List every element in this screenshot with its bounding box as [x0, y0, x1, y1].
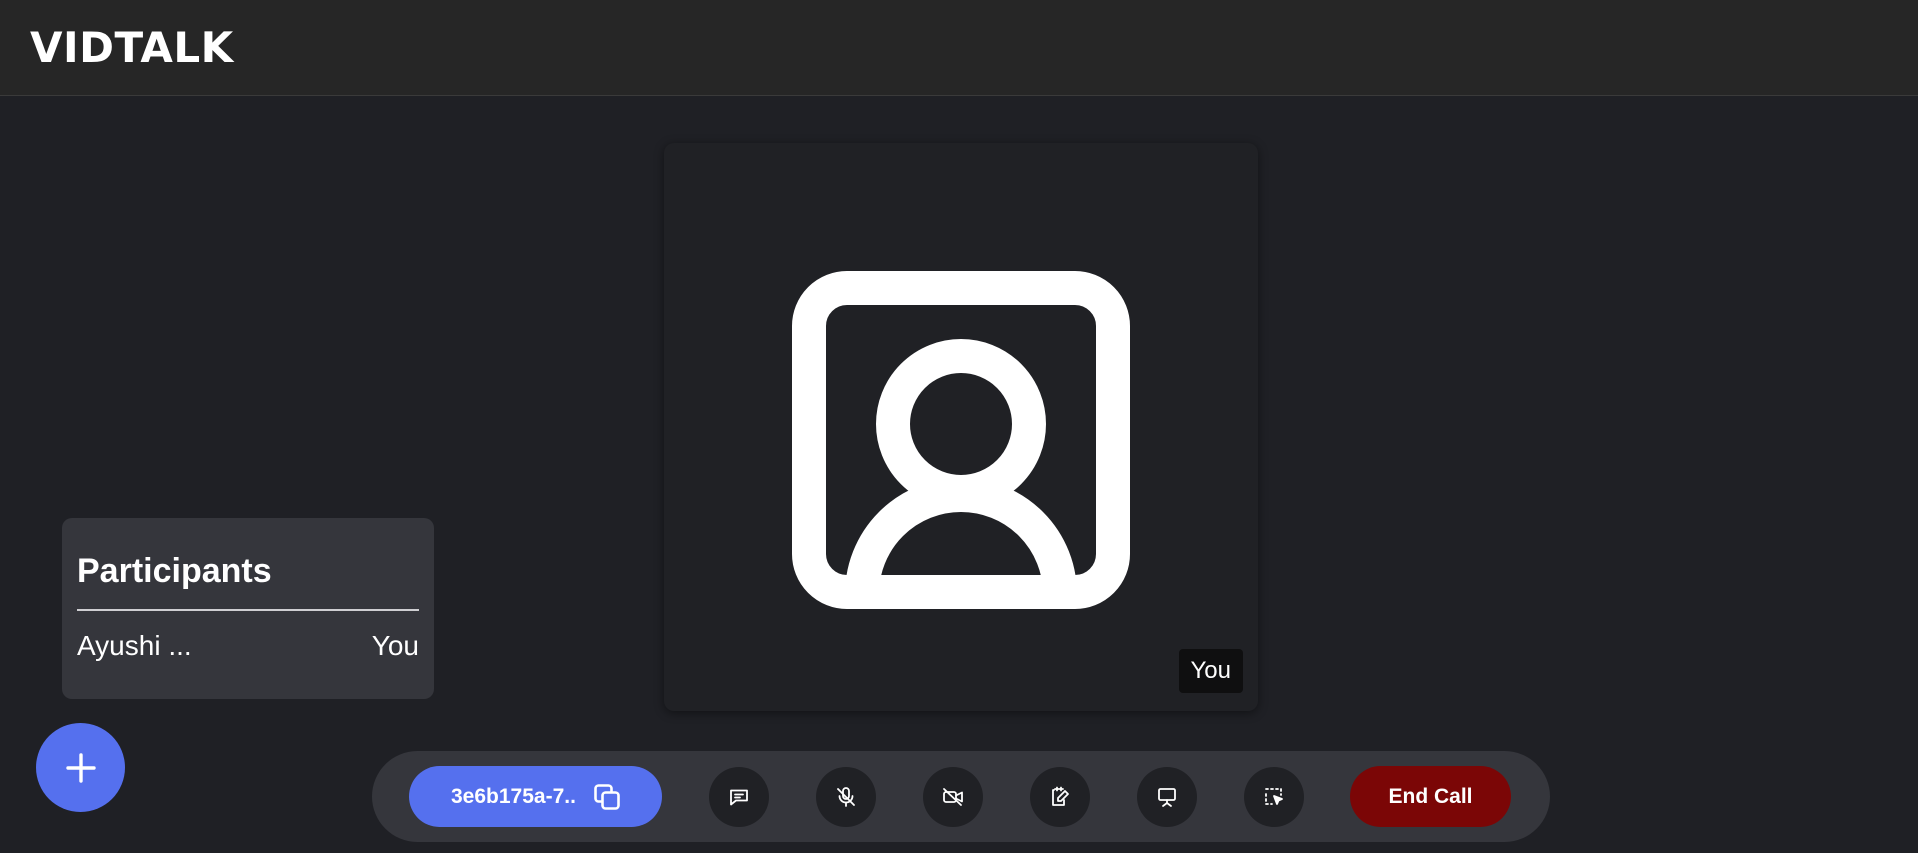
screen-share-button[interactable]	[1137, 767, 1197, 827]
meeting-id-button[interactable]: 3e6b175a-7..	[409, 766, 662, 827]
chat-icon	[730, 789, 748, 806]
select-button[interactable]	[1244, 767, 1304, 827]
participant-item: Ayushi ... You	[77, 629, 419, 663]
participants-panel: Participants Ayushi ... You	[62, 518, 434, 699]
participants-divider	[77, 609, 419, 611]
participants-title: Participants	[77, 552, 272, 590]
call-control-bar: 3e6b175a-7.. End Call	[372, 751, 1550, 842]
whiteboard-button[interactable]	[1030, 767, 1090, 827]
mic-toggle-button[interactable]	[816, 767, 876, 827]
video-off-icon	[943, 788, 963, 806]
select-cursor-icon	[1265, 788, 1283, 805]
chat-button[interactable]	[709, 767, 769, 827]
participant-name: Ayushi ...	[77, 629, 192, 661]
presentation-icon	[1158, 788, 1176, 807]
camera-toggle-button[interactable]	[923, 767, 983, 827]
add-button[interactable]	[36, 723, 125, 812]
participant-you-tag: You	[371, 629, 419, 661]
video-name-tag: You	[1178, 649, 1243, 693]
mic-off-icon	[837, 787, 855, 807]
video-tile: You	[664, 143, 1258, 711]
top-bar: VIDTALK	[0, 0, 1918, 96]
meeting-id-text: 3e6b175a-7..	[451, 784, 576, 808]
app-logo: VIDTALK	[30, 23, 234, 72]
notepad-edit-icon	[1052, 786, 1069, 806]
copy-icon[interactable]	[592, 782, 622, 812]
user-square-icon	[792, 271, 1130, 609]
plus-icon	[65, 752, 96, 783]
end-call-button[interactable]: End Call	[1350, 766, 1511, 827]
